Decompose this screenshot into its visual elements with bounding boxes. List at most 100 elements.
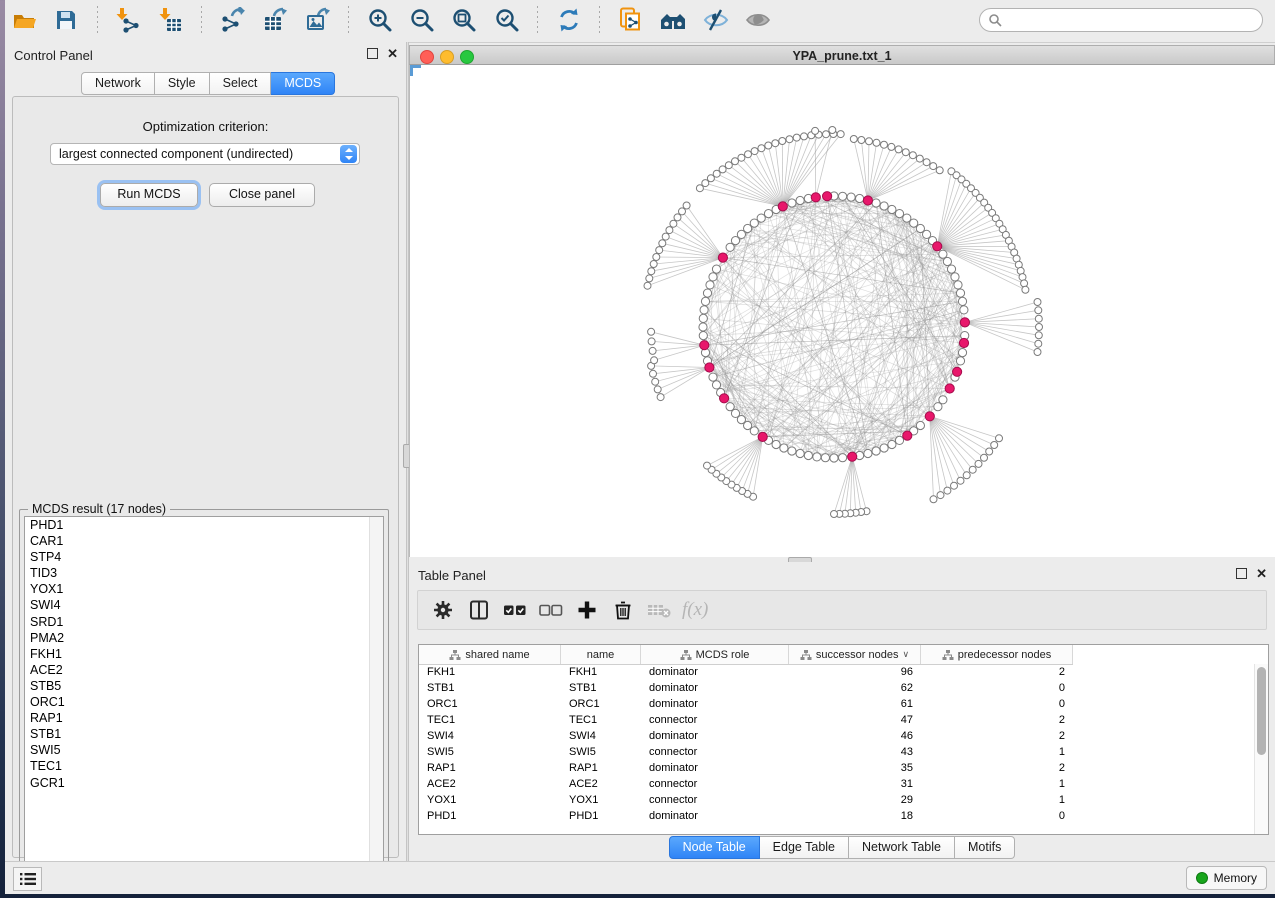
mcds-result-item[interactable]: YOX1 [25,581,383,597]
table-row[interactable]: ACE2ACE2connector311 [419,776,1255,792]
mcds-result-item[interactable]: SWI4 [25,597,383,613]
table-cell: YOX1 [419,794,561,806]
export-network-button[interactable] [214,3,252,37]
table-toolbar: f(x) [417,590,1267,630]
open-session-button[interactable] [5,3,43,37]
close-panel-icon[interactable]: ✕ [1256,568,1267,579]
zoom-selected-button[interactable] [488,3,526,37]
table-row[interactable]: RAP1RAP1dominator352 [419,760,1255,776]
table-row[interactable]: FKH1FKH1dominator962 [419,664,1255,680]
column-header-shared-name[interactable]: shared name [419,645,561,664]
task-history-button[interactable] [13,867,42,891]
mcds-result-list[interactable]: PHD1CAR1STP4TID3YOX1SWI4SRD1PMA2FKH1ACE2… [24,516,384,874]
control-panel-title: Control Panel [14,48,93,63]
run-mcds-button[interactable]: Run MCDS [100,183,198,207]
function-builder-button[interactable]: f(x) [682,599,708,621]
close-panel-button[interactable]: Close panel [209,183,315,207]
table-row[interactable]: STB1STB1dominator620 [419,680,1255,696]
tab-network[interactable]: Network [81,72,155,95]
tab-edge-table[interactable]: Edge Table [760,836,849,859]
delete-column-button[interactable] [608,595,638,625]
mcds-result-item[interactable]: GCR1 [25,775,383,791]
mcds-result-item[interactable]: SWI5 [25,742,383,758]
memory-button[interactable]: Memory [1186,866,1267,890]
column-header-successor-nodes[interactable]: successor nodes∨ [789,645,921,664]
column-header-MCDS-role[interactable]: MCDS role [641,645,789,664]
zoom-in-button[interactable] [361,3,399,37]
main-toolbar [5,0,1275,43]
table-cell: ACE2 [419,778,561,790]
application-window: Control Panel ✕ NetworkStyleSelectMCDS O… [5,0,1275,893]
show-graphics-details-button[interactable] [739,3,777,37]
mcds-result-item[interactable]: ORC1 [25,694,383,710]
table-cell: 0 [921,682,1073,694]
export-image-button[interactable] [299,3,337,37]
zoom-out-button[interactable] [403,3,441,37]
select-all-button[interactable] [500,595,530,625]
mcds-result-item[interactable]: STP4 [25,549,383,565]
column-header-predecessor-nodes[interactable]: predecessor nodes [921,645,1073,664]
table-cell: 1 [921,746,1073,758]
tab-mcds[interactable]: MCDS [271,72,335,95]
zoom-fit-button[interactable] [445,3,483,37]
export-table-button[interactable] [256,3,294,37]
import-network-button[interactable] [109,3,147,37]
table-scrollbar[interactable] [1254,664,1268,834]
search-input[interactable] [1007,12,1262,28]
column-header-label: successor nodes [816,649,899,661]
tab-network-table[interactable]: Network Table [849,836,955,859]
mcds-result-item[interactable]: SRD1 [25,614,383,630]
mcds-result-item[interactable]: CAR1 [25,533,383,549]
table-settings-button[interactable] [428,595,458,625]
delete-table-button[interactable] [644,595,674,625]
mcds-result-item[interactable]: PMA2 [25,630,383,646]
table-cell: 96 [789,666,921,678]
float-panel-icon[interactable] [1236,568,1247,579]
first-neighbors-button[interactable] [654,3,692,37]
table-panel-titlebar: Table Panel ✕ [409,562,1275,588]
table-cell: 1 [921,778,1073,790]
tab-style[interactable]: Style [155,72,210,95]
table-row[interactable]: YOX1YOX1connector291 [419,792,1255,808]
mcds-result-item[interactable]: STB1 [25,726,383,742]
network-graph[interactable] [410,65,1275,557]
deselect-all-button[interactable] [536,595,566,625]
mcds-result-item[interactable]: TEC1 [25,758,383,774]
mcds-list-scrollbar[interactable] [369,517,383,873]
table-row[interactable]: PHD1PHD1dominator180 [419,808,1255,824]
table-cell: 2 [921,730,1073,742]
hide-graphics-details-button[interactable] [697,3,735,37]
table-row[interactable]: SWI5SWI5connector431 [419,744,1255,760]
mcds-result-item[interactable]: ACE2 [25,662,383,678]
table-cell: RAP1 [419,762,561,774]
status-bar: Memory [5,861,1275,894]
mcds-result-item[interactable]: TID3 [25,565,383,581]
clone-network-button[interactable] [612,3,650,37]
table-cell: ORC1 [419,698,561,710]
network-canvas[interactable] [409,65,1275,557]
memory-status-icon [1196,872,1208,884]
column-header-name[interactable]: name [561,645,641,664]
table-row[interactable]: ORC1ORC1dominator610 [419,696,1255,712]
import-table-button[interactable] [152,3,190,37]
mcds-result-item[interactable]: FKH1 [25,646,383,662]
column-namespace-icon [942,649,954,661]
optimization-criterion-select[interactable]: largest connected component (undirected) [50,143,360,165]
refresh-button[interactable] [550,3,588,37]
tab-node-table[interactable]: Node Table [669,836,760,859]
table-scrollbar-thumb[interactable] [1257,667,1266,755]
table-row[interactable]: SWI4SWI4dominator462 [419,728,1255,744]
tab-motifs[interactable]: Motifs [955,836,1015,859]
search-field[interactable] [979,8,1263,32]
close-panel-icon[interactable]: ✕ [387,48,398,59]
show-column-panel-button[interactable] [464,595,494,625]
create-column-button[interactable] [572,595,602,625]
control-panel-titlebar: Control Panel ✕ [5,42,406,68]
mcds-result-item[interactable]: PHD1 [25,517,383,533]
table-row[interactable]: TEC1TEC1connector472 [419,712,1255,728]
mcds-result-item[interactable]: RAP1 [25,710,383,726]
tab-select[interactable]: Select [210,72,272,95]
mcds-result-item[interactable]: STB5 [25,678,383,694]
float-panel-icon[interactable] [367,48,378,59]
save-session-button[interactable] [47,3,85,37]
